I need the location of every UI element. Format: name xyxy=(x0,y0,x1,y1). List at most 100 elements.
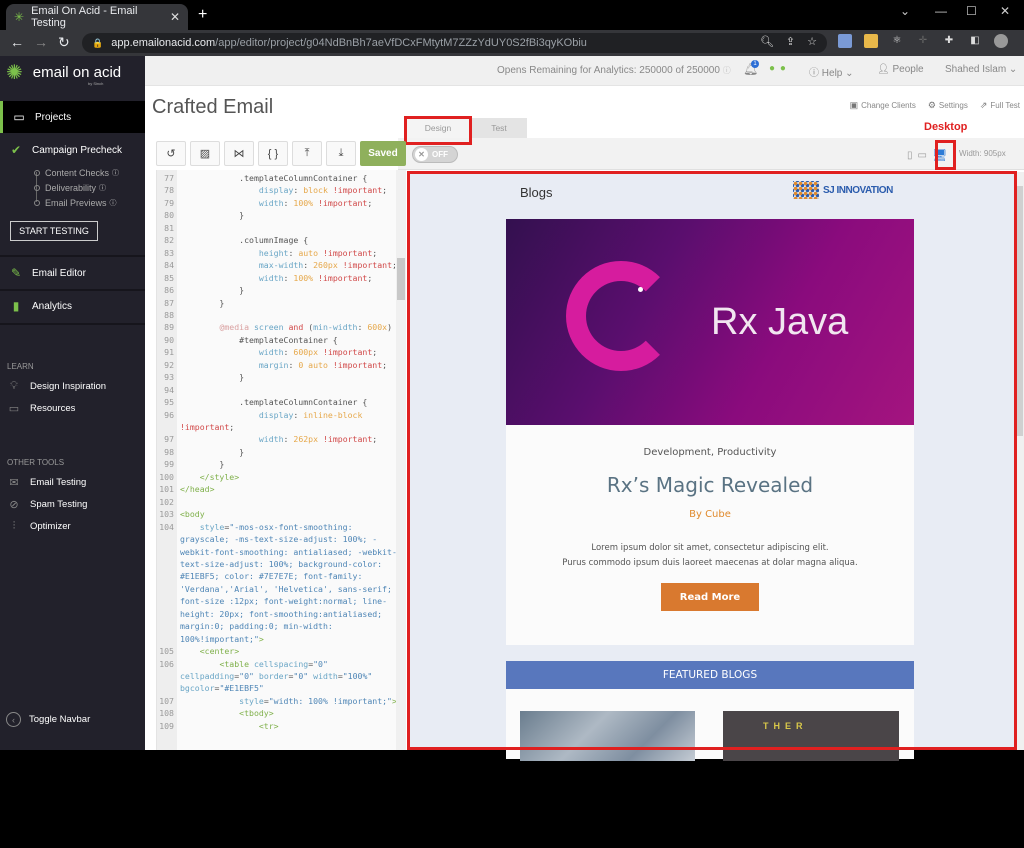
sidebar-item-email-testing[interactable]: ✉ Email Testing xyxy=(0,476,86,489)
sidebar-subitem-content-checks[interactable]: Content Checks ⓘ xyxy=(34,168,119,178)
preview-toggle[interactable]: ✕ OFF xyxy=(412,146,458,163)
code-line[interactable]: 105 <center> xyxy=(157,645,396,658)
code-line[interactable]: 106 <table cellspacing="0" xyxy=(157,657,396,671)
back-icon[interactable]: ← xyxy=(10,34,24,50)
code-line[interactable]: #E1EBF5; color: #7E7E7E; font-family: xyxy=(157,570,396,583)
code-line[interactable]: 81 xyxy=(157,221,396,235)
code-line[interactable]: 95 .templateColumnContainer { xyxy=(157,396,396,409)
code-line[interactable]: 77 .templateColumnContainer { xyxy=(157,172,396,185)
code-line[interactable]: 82 .columnImage { xyxy=(157,234,396,247)
extension-icon[interactable] xyxy=(838,34,852,48)
code-line[interactable]: 85 width: 100% !important; xyxy=(157,271,396,285)
code-line[interactable]: height: 20px; font-smoothing:antialiased… xyxy=(157,608,396,621)
side-panel-icon[interactable]: ◧ xyxy=(968,34,982,48)
code-button[interactable]: { } xyxy=(258,141,288,166)
new-tab-button[interactable]: + xyxy=(198,6,207,24)
code-line[interactable]: 89 @media screen and (min-width: 600x) { xyxy=(157,321,396,334)
code-line[interactable]: cellpadding="0" border="0" width="100%" xyxy=(157,670,396,683)
sidebar-subitem-email-previews[interactable]: Email Previews ⓘ xyxy=(34,198,117,208)
sidebar-subitem-deliverability[interactable]: Deliverability ⓘ xyxy=(34,183,106,193)
code-line[interactable]: margin:0; padding:0; min-width: xyxy=(157,620,396,633)
reload-icon[interactable]: ↻ xyxy=(58,34,70,51)
sidebar-item-analytics[interactable]: ▮ Analytics xyxy=(0,296,145,316)
user-menu[interactable]: Shahed Islam ⌄ xyxy=(945,64,1017,75)
info-icon[interactable]: ⓘ xyxy=(110,198,117,208)
code-line[interactable]: 78 display: block !important; xyxy=(157,184,396,197)
toggle-navbar-button[interactable]: ‹ Toggle Navbar xyxy=(6,712,90,727)
preview-scrollbar[interactable] xyxy=(1014,172,1024,750)
featured-thumbnail[interactable]: THER xyxy=(723,711,899,761)
upload-button[interactable]: ⤒ xyxy=(292,141,322,166)
extension-crosshair-icon[interactable]: ✛ xyxy=(916,34,930,48)
code-line[interactable]: text-size-adjust: 100%; background-color… xyxy=(157,558,396,571)
code-line[interactable]: 96 display: inline-block xyxy=(157,408,396,422)
history-button[interactable]: ↺ xyxy=(156,141,186,166)
forward-icon[interactable]: → xyxy=(34,34,48,50)
code-line[interactable]: 79 width: 100% !important; xyxy=(157,196,396,210)
tab-test[interactable]: Test xyxy=(471,118,527,138)
code-scrollbar-thumb[interactable] xyxy=(397,258,405,300)
logo[interactable]: ✺ email on acid xyxy=(6,60,121,85)
change-clients-button[interactable]: ▣ Change Clients xyxy=(850,100,916,111)
code-line[interactable]: 92 margin: 0 auto !important; xyxy=(157,358,396,372)
extensions-puzzle-icon[interactable]: ✚ xyxy=(942,34,956,48)
full-test-button[interactable]: ⇗ Full Test xyxy=(980,100,1020,111)
code-line[interactable]: 99 } xyxy=(157,458,396,471)
code-line[interactable]: font-size :12px; font-weight:normal; lin… xyxy=(157,595,396,608)
close-tab-icon[interactable]: ✕ xyxy=(170,10,180,24)
code-line[interactable]: 101 </head> xyxy=(157,483,396,496)
saved-button[interactable]: Saved xyxy=(360,141,406,166)
code-line[interactable]: 103 <body xyxy=(157,508,396,521)
code-line[interactable]: !important; xyxy=(157,421,396,434)
code-editor[interactable]: 77 .templateColumnContainer {78 display:… xyxy=(156,170,396,750)
react-devtools-icon[interactable]: ⚛ xyxy=(890,34,904,48)
code-line[interactable]: bgcolor="#E1EBF5" xyxy=(157,682,396,695)
code-line[interactable]: 87 } xyxy=(157,296,396,309)
address-bar[interactable]: 🔒 app.emailonacid.com/app/editor/project… xyxy=(82,33,827,53)
start-testing-button[interactable]: START TESTING xyxy=(10,221,98,241)
code-line[interactable]: 109 <tr> xyxy=(157,719,396,733)
code-line[interactable]: 104 style="-mos-osx-font-smoothing: xyxy=(157,520,396,534)
tab-search-icon[interactable]: ⌄ xyxy=(900,4,910,18)
sidebar-item-optimizer[interactable]: ⫶ Optimizer xyxy=(0,520,71,533)
code-line[interactable]: 94 xyxy=(157,383,396,397)
code-line[interactable]: webkit-font-smoothing: antialiased; -web… xyxy=(157,546,396,559)
sidebar-item-projects[interactable]: ▭ Projects xyxy=(0,101,145,133)
code-scrollbar[interactable] xyxy=(396,170,406,750)
code-line[interactable]: 80 } xyxy=(157,209,396,222)
sidebar-item-design-inspiration[interactable]: 💡︎ Design Inspiration xyxy=(0,380,106,393)
code-line[interactable]: 90 #templateContainer { xyxy=(157,333,396,347)
info-icon[interactable]: ⓘ xyxy=(99,183,106,193)
code-line[interactable]: 88 xyxy=(157,308,396,322)
code-line[interactable]: 107 style="width: 100% !important;"> xyxy=(157,694,396,708)
browser-tab[interactable]: ✳ Email On Acid - Email Testing ✕ xyxy=(6,4,188,30)
help-menu[interactable]: ⓘ Help ⌄ xyxy=(809,64,854,79)
read-more-button[interactable]: Read More xyxy=(661,583,759,611)
sidebar-item-email-editor[interactable]: ✎ Email Editor xyxy=(0,263,145,283)
mobile-icon[interactable]: ▯ xyxy=(907,150,913,161)
maximize-button[interactable]: ☐ xyxy=(966,4,977,18)
zoom-icon[interactable]: 🔍︎ xyxy=(760,35,774,48)
people-link[interactable]: 👤︎ People xyxy=(877,64,924,75)
code-line[interactable]: 98 } xyxy=(157,445,396,459)
sidebar-item-spam-testing[interactable]: ⊘ Spam Testing xyxy=(0,498,87,511)
settings-button[interactable]: ⚙ Settings xyxy=(928,100,968,111)
profile-avatar[interactable] xyxy=(994,34,1008,48)
image-button[interactable]: ▨ xyxy=(190,141,220,166)
code-line[interactable]: 102 xyxy=(157,495,396,509)
code-line[interactable]: 83 height: auto !important; xyxy=(157,246,396,260)
code-line[interactable]: 84 max-width: 260px !important; xyxy=(157,259,396,272)
download-button[interactable]: ⤓ xyxy=(326,141,356,166)
notifications-icon[interactable]: 🔔︎ 1 xyxy=(743,60,759,76)
code-line[interactable]: grayscale; -ms-text-size-adjust: 100%; - xyxy=(157,533,396,546)
extension-notes-icon[interactable] xyxy=(864,34,878,48)
code-line[interactable]: 100 </style> xyxy=(157,470,396,484)
code-line[interactable]: 91 width: 600px !important; xyxy=(157,346,396,359)
code-line[interactable]: 'Verdana','Arial', 'Helvetica', sans-ser… xyxy=(157,583,396,596)
close-window-button[interactable]: ✕ xyxy=(1000,4,1010,18)
sidebar-item-resources[interactable]: ▭ Resources xyxy=(0,402,76,415)
merge-tags-button[interactable]: ⋈ xyxy=(224,141,254,166)
info-icon[interactable]: ⓘ xyxy=(112,168,119,178)
bookmark-star-icon[interactable]: ☆ xyxy=(807,35,817,48)
code-line[interactable]: 108 <tbody> xyxy=(157,707,396,720)
